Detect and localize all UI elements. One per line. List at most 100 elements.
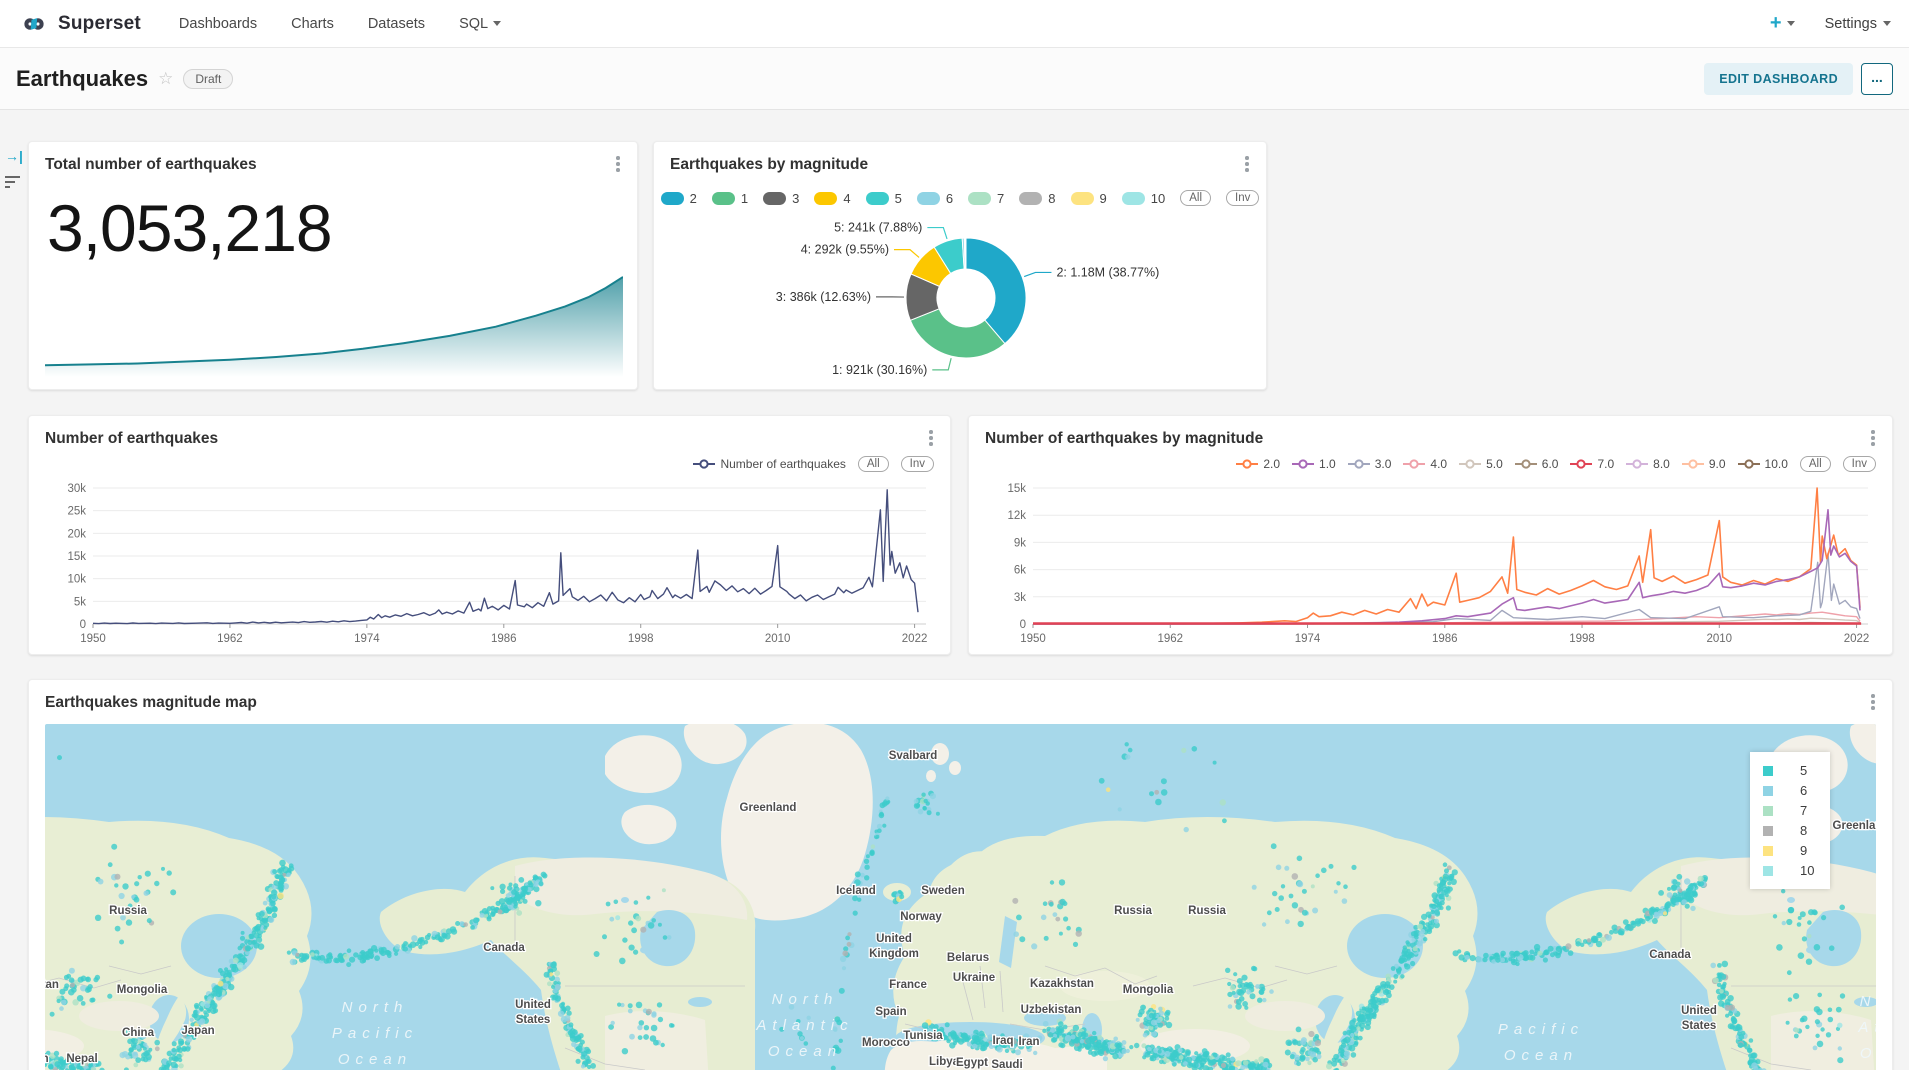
map-legend-item-9: 9 — [1763, 843, 1818, 858]
ocean-label: North — [1860, 993, 1876, 1010]
place-label: Iran — [1018, 1036, 1039, 1048]
legend-label: Number of earthquakes — [720, 457, 845, 471]
place-label: United — [1681, 1005, 1717, 1017]
legend-item-1.0[interactable]: 1.0 — [1292, 457, 1336, 471]
svg-text:9k: 9k — [1014, 537, 1026, 549]
favorite-star-icon[interactable]: ☆ — [158, 69, 173, 89]
legend-inv-button[interactable]: Inv — [1226, 190, 1259, 206]
series-marker-icon — [1403, 459, 1425, 469]
nav-item-datasets[interactable]: Datasets — [368, 16, 425, 32]
legend-label: 4.0 — [1430, 457, 1447, 471]
legend-item-9.0[interactable]: 9.0 — [1682, 457, 1726, 471]
place-label: Sweden — [921, 885, 964, 897]
place-label: Spain — [875, 1006, 906, 1018]
legend-item-7.0[interactable]: 7.0 — [1570, 457, 1614, 471]
dashboard-more-button[interactable]: ... — [1861, 63, 1893, 95]
legend-label: 3.0 — [1375, 457, 1392, 471]
legend-item-10[interactable]: 10 — [1122, 191, 1165, 206]
edit-dashboard-button[interactable]: EDIT DASHBOARD — [1704, 63, 1853, 95]
svg-text:1950: 1950 — [1020, 633, 1046, 645]
svg-text:1986: 1986 — [1432, 633, 1458, 645]
legend-swatch — [968, 192, 991, 205]
legend-item-4.0[interactable]: 4.0 — [1403, 457, 1447, 471]
multi-line-chart[interactable]: 03k6k9k12k15k195019621974198619982010202… — [985, 482, 1878, 648]
legend-label: 9.0 — [1709, 457, 1726, 471]
filter-icon[interactable] — [5, 176, 20, 191]
legend-item-7[interactable]: 7 — [968, 191, 1004, 206]
chart-kebab-menu-icon[interactable] — [1240, 156, 1254, 176]
svg-text:0: 0 — [1020, 619, 1026, 631]
legend-swatch — [917, 192, 940, 205]
svg-text:20k: 20k — [67, 528, 86, 540]
chevron-down-icon — [1883, 21, 1891, 26]
legend-swatch — [866, 192, 889, 205]
legend-item-6.0[interactable]: 6.0 — [1515, 457, 1559, 471]
map-legend-item-5: 5 — [1763, 763, 1818, 778]
pie-callout-label: 2: 1.18M (38.77%) — [1056, 265, 1159, 279]
legend-item-number-of-earthquakes[interactable]: Number of earthquakes — [693, 457, 845, 471]
world-map[interactable]: NorthPacificOceanNorthAtlanticOceanPacif… — [45, 724, 1876, 1070]
legend-swatch — [1763, 786, 1773, 796]
svg-text:1974: 1974 — [354, 633, 380, 645]
legend-all-button[interactable]: All — [858, 456, 889, 472]
nav-item-dashboards[interactable]: Dashboards — [179, 16, 257, 32]
series-marker-icon — [1682, 459, 1704, 469]
settings-menu[interactable]: Settings — [1825, 16, 1891, 32]
superset-logo[interactable]: Superset — [18, 13, 141, 35]
legend-label: 6 — [1800, 783, 1818, 798]
chevron-down-icon — [1787, 21, 1795, 26]
svg-text:2022: 2022 — [1844, 633, 1870, 645]
nav-item-sql[interactable]: SQL — [459, 16, 501, 32]
nav-item-charts[interactable]: Charts — [291, 16, 334, 32]
new-menu-button[interactable]: + — [1770, 12, 1795, 35]
line-chart[interactable]: 05k10k15k20k25k30k1950196219741986199820… — [45, 482, 936, 648]
legend-item-2.0[interactable]: 2.0 — [1236, 457, 1280, 471]
legend-item-10.0[interactable]: 10.0 — [1738, 457, 1788, 471]
legend-item-5[interactable]: 5 — [866, 191, 902, 206]
legend-item-3.0[interactable]: 3.0 — [1348, 457, 1392, 471]
map-legend-item-6: 6 — [1763, 783, 1818, 798]
chart-kebab-menu-icon[interactable] — [924, 430, 938, 450]
legend-inv-button[interactable]: Inv — [901, 456, 934, 472]
legend-label: 8 — [1048, 191, 1055, 206]
big-number-value: 3,053,218 — [47, 190, 332, 266]
ocean-label: Ocean — [1504, 1047, 1578, 1064]
place-label: Iceland — [836, 885, 876, 897]
legend-all-button[interactable]: All — [1800, 456, 1831, 472]
legend-item-4[interactable]: 4 — [814, 191, 850, 206]
legend-label: 2.0 — [1263, 457, 1280, 471]
svg-text:2010: 2010 — [1707, 633, 1733, 645]
legend-all-button[interactable]: All — [1180, 190, 1211, 206]
chart-kebab-menu-icon[interactable] — [1866, 430, 1880, 450]
expand-filter-bar-icon[interactable]: →| — [5, 148, 23, 164]
place-label: Mongolia — [1123, 984, 1174, 996]
place-label: Libya — [929, 1056, 960, 1068]
legend-item-3[interactable]: 3 — [763, 191, 799, 206]
donut-chart[interactable]: 2: 1.18M (38.77%)1: 921k (30.16%)3: 386k… — [670, 218, 1252, 384]
legend-item-1[interactable]: 1 — [712, 191, 748, 206]
legend-inv-button[interactable]: Inv — [1843, 456, 1876, 472]
legend-item-9[interactable]: 9 — [1071, 191, 1107, 206]
place-label: Kingdom — [869, 948, 919, 960]
legend-item-5.0[interactable]: 5.0 — [1459, 457, 1503, 471]
place-label: China — [122, 1027, 155, 1039]
place-label: France — [889, 979, 927, 991]
line-chart-legend: Number of earthquakes All Inv — [693, 456, 934, 472]
legend-label: 9 — [1800, 843, 1818, 858]
legend-item-8[interactable]: 8 — [1019, 191, 1055, 206]
legend-swatch — [1763, 766, 1773, 776]
ocean-label: Pacific — [332, 1025, 418, 1042]
legend-swatch — [1019, 192, 1042, 205]
legend-item-2[interactable]: 2 — [661, 191, 697, 206]
legend-swatch — [1763, 826, 1773, 836]
legend-label: 1 — [741, 191, 748, 206]
chart-kebab-menu-icon[interactable] — [1866, 694, 1880, 714]
chart-kebab-menu-icon[interactable] — [611, 156, 625, 176]
legend-item-8.0[interactable]: 8.0 — [1626, 457, 1670, 471]
legend-swatch — [712, 192, 735, 205]
legend-item-6[interactable]: 6 — [917, 191, 953, 206]
place-label: States — [1682, 1020, 1717, 1032]
series-marker-icon — [1570, 459, 1592, 469]
map-canvas: NorthPacificOceanNorthAtlanticOceanPacif… — [45, 724, 1876, 1070]
plus-icon: + — [1770, 12, 1782, 35]
